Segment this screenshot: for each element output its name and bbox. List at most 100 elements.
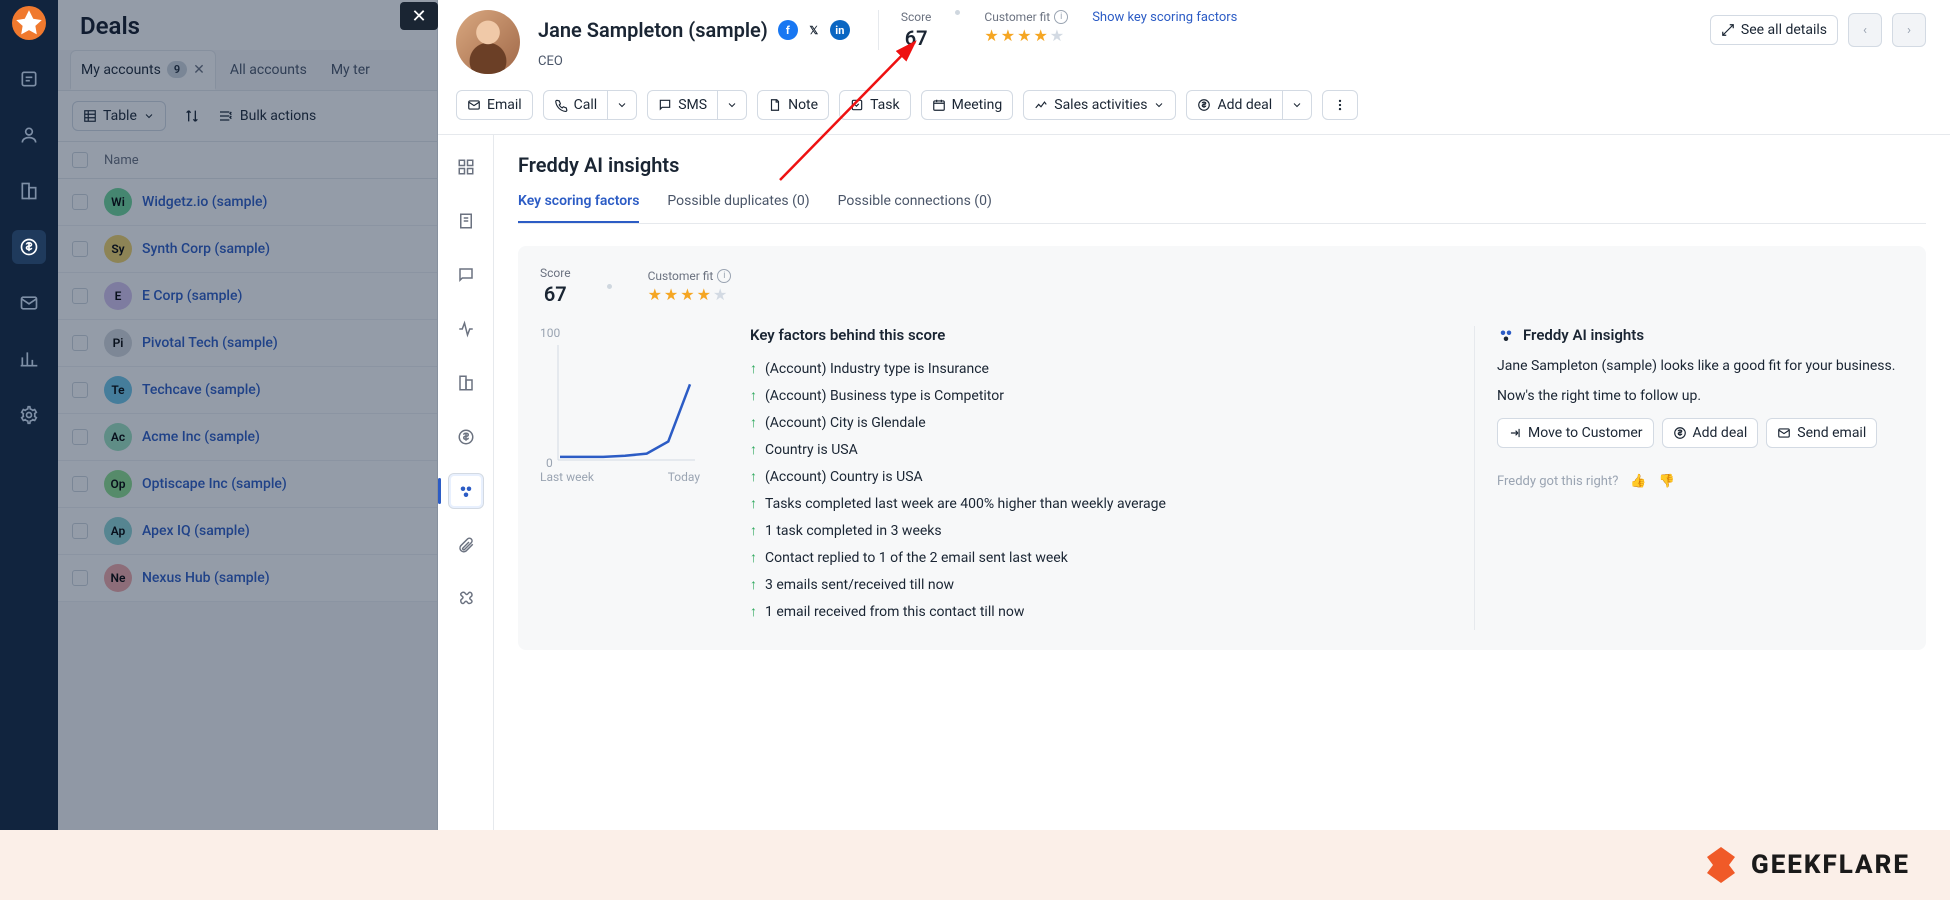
sms-button[interactable]: SMS xyxy=(647,90,718,120)
freddy-icon xyxy=(1497,326,1515,344)
fit-stars: ★★★★★ xyxy=(984,26,1064,45)
detail-header: Jane Sampleton (sample) f 𝕏 in Score 67 … xyxy=(438,0,1950,82)
contact-detail-panel: Jane Sampleton (sample) f 𝕏 in Score 67 … xyxy=(438,0,1950,900)
see-all-details-button[interactable]: See all details xyxy=(1710,15,1838,45)
chart-x-right: Today xyxy=(668,470,700,484)
tab-key-factors[interactable]: Key scoring factors xyxy=(518,193,639,223)
nav-accounts[interactable] xyxy=(12,174,46,208)
arrow-up-icon: ↑ xyxy=(750,468,757,485)
move-to-customer-button[interactable]: Move to Customer xyxy=(1497,418,1654,448)
send-email-button[interactable]: Send email xyxy=(1766,418,1877,448)
sidetab-accounts[interactable] xyxy=(448,365,484,401)
geekflare-brand: GEEKFLARE xyxy=(1701,845,1910,885)
note-button[interactable]: Note xyxy=(757,90,829,120)
nav-notifications[interactable] xyxy=(12,62,46,96)
factor-text: 1 task completed in 3 weeks xyxy=(765,523,942,539)
card-fit-label: Customer fit xyxy=(648,269,714,283)
star-icon: ★ xyxy=(1001,26,1015,45)
nav-analytics[interactable] xyxy=(12,342,46,376)
star-icon: ★ xyxy=(648,285,662,304)
right-col-title: Freddy AI insights xyxy=(1523,326,1644,344)
card-fit-stars: ★★★★★ xyxy=(648,285,728,304)
arrow-up-icon: ↑ xyxy=(750,603,757,620)
email-label: Email xyxy=(487,97,522,113)
factor-text: Country is USA xyxy=(765,442,858,458)
meeting-button[interactable]: Meeting xyxy=(921,90,1014,120)
star-icon: ★ xyxy=(664,285,678,304)
sms-dropdown[interactable] xyxy=(718,90,747,120)
sales-activities-button[interactable]: Sales activities xyxy=(1023,90,1176,120)
freddy-suggestions: Freddy AI insights Jane Sampleton (sampl… xyxy=(1474,326,1904,630)
meeting-label: Meeting xyxy=(952,97,1003,113)
more-actions-button[interactable] xyxy=(1322,90,1358,120)
email-button[interactable]: Email xyxy=(456,90,533,120)
info-icon[interactable]: i xyxy=(1054,10,1068,24)
info-icon[interactable]: i xyxy=(717,269,731,283)
sms-button-group: SMS xyxy=(647,90,747,120)
add-deal-label-2: Add deal xyxy=(1693,425,1748,441)
sidetab-details[interactable] xyxy=(448,203,484,239)
star-icon: ★ xyxy=(1017,26,1031,45)
sidetab-attachments[interactable] xyxy=(448,527,484,563)
show-scoring-factors-link[interactable]: Show key scoring factors xyxy=(1092,10,1237,25)
task-button[interactable]: Task xyxy=(839,90,911,120)
call-button[interactable]: Call xyxy=(543,90,609,120)
sidetab-apps[interactable] xyxy=(448,581,484,617)
footer-strip: GEEKFLARE xyxy=(0,830,1950,900)
factor-item: ↑3 emails sent/received till now xyxy=(750,576,1444,593)
sidetab-conversations[interactable] xyxy=(448,257,484,293)
add-deal-button[interactable]: Add deal xyxy=(1186,90,1283,120)
app-logo[interactable] xyxy=(12,6,46,40)
factor-item: ↑(Account) Country is USA xyxy=(750,468,1444,485)
chart-y-max: 100 xyxy=(540,326,720,340)
contact-name: Jane Sampleton (sample) xyxy=(538,18,768,42)
backdrop-dim[interactable] xyxy=(58,0,438,900)
task-label: Task xyxy=(870,97,900,113)
insights-tabs: Key scoring factors Possible duplicates … xyxy=(518,193,1926,224)
add-deal-label: Add deal xyxy=(1217,97,1272,113)
geekflare-logo-icon xyxy=(1701,845,1741,885)
freddy-text-2: Now's the right time to follow up. xyxy=(1497,388,1904,404)
thumbs-down-icon[interactable]: 👎 xyxy=(1659,474,1675,489)
factor-item: ↑1 task completed in 3 weeks xyxy=(750,522,1444,539)
sidetab-activities[interactable] xyxy=(448,311,484,347)
nav-deals[interactable] xyxy=(12,230,46,264)
linkedin-icon[interactable]: in xyxy=(830,20,850,40)
freddy-text-1: Jane Sampleton (sample) looks like a goo… xyxy=(1497,358,1904,374)
x-icon[interactable]: 𝕏 xyxy=(804,20,824,40)
see-all-label: See all details xyxy=(1741,22,1827,38)
facebook-icon[interactable]: f xyxy=(778,20,798,40)
nav-email[interactable] xyxy=(12,286,46,320)
thumbs-up-icon[interactable]: 👍 xyxy=(1630,474,1646,489)
action-bar: Email Call SMS Note Task Meeting Sales a… xyxy=(438,82,1950,135)
factor-item: ↑Contact replied to 1 of the 2 email sen… xyxy=(750,549,1444,566)
geekflare-label: GEEKFLARE xyxy=(1751,850,1910,880)
factors-column: Key factors behind this score ↑(Account)… xyxy=(750,326,1444,630)
contact-avatar[interactable] xyxy=(456,10,520,74)
nav-contacts[interactable] xyxy=(12,118,46,152)
feedback-label: Freddy got this right? xyxy=(1497,474,1618,489)
sidetab-deals[interactable] xyxy=(448,419,484,455)
factor-item: ↑1 email received from this contact till… xyxy=(750,603,1444,620)
prev-contact-button[interactable]: ‹ xyxy=(1848,13,1882,47)
sidetab-freddy[interactable] xyxy=(448,473,484,509)
arrow-up-icon: ↑ xyxy=(750,441,757,458)
card-score-label: Score xyxy=(540,266,571,280)
social-links: f 𝕏 in xyxy=(778,20,850,40)
close-detail-button[interactable]: ✕ xyxy=(400,2,438,30)
tab-connections[interactable]: Possible connections (0) xyxy=(838,193,992,223)
factor-text: (Account) Business type is Competitor xyxy=(765,388,1004,404)
call-button-group: Call xyxy=(543,90,638,120)
add-deal-button-2[interactable]: Add deal xyxy=(1662,418,1759,448)
factor-text: (Account) Industry type is Insurance xyxy=(765,361,989,377)
next-contact-button[interactable]: › xyxy=(1892,13,1926,47)
call-dropdown[interactable] xyxy=(608,90,637,120)
add-deal-dropdown[interactable] xyxy=(1283,90,1312,120)
sidetab-overview[interactable] xyxy=(448,149,484,185)
factors-title: Key factors behind this score xyxy=(750,326,1444,344)
tab-duplicates[interactable]: Possible duplicates (0) xyxy=(667,193,809,223)
nav-settings[interactable] xyxy=(12,398,46,432)
add-deal-group: Add deal xyxy=(1186,90,1312,120)
factor-text: 3 emails sent/received till now xyxy=(765,577,954,593)
star-icon: ★ xyxy=(1033,26,1047,45)
